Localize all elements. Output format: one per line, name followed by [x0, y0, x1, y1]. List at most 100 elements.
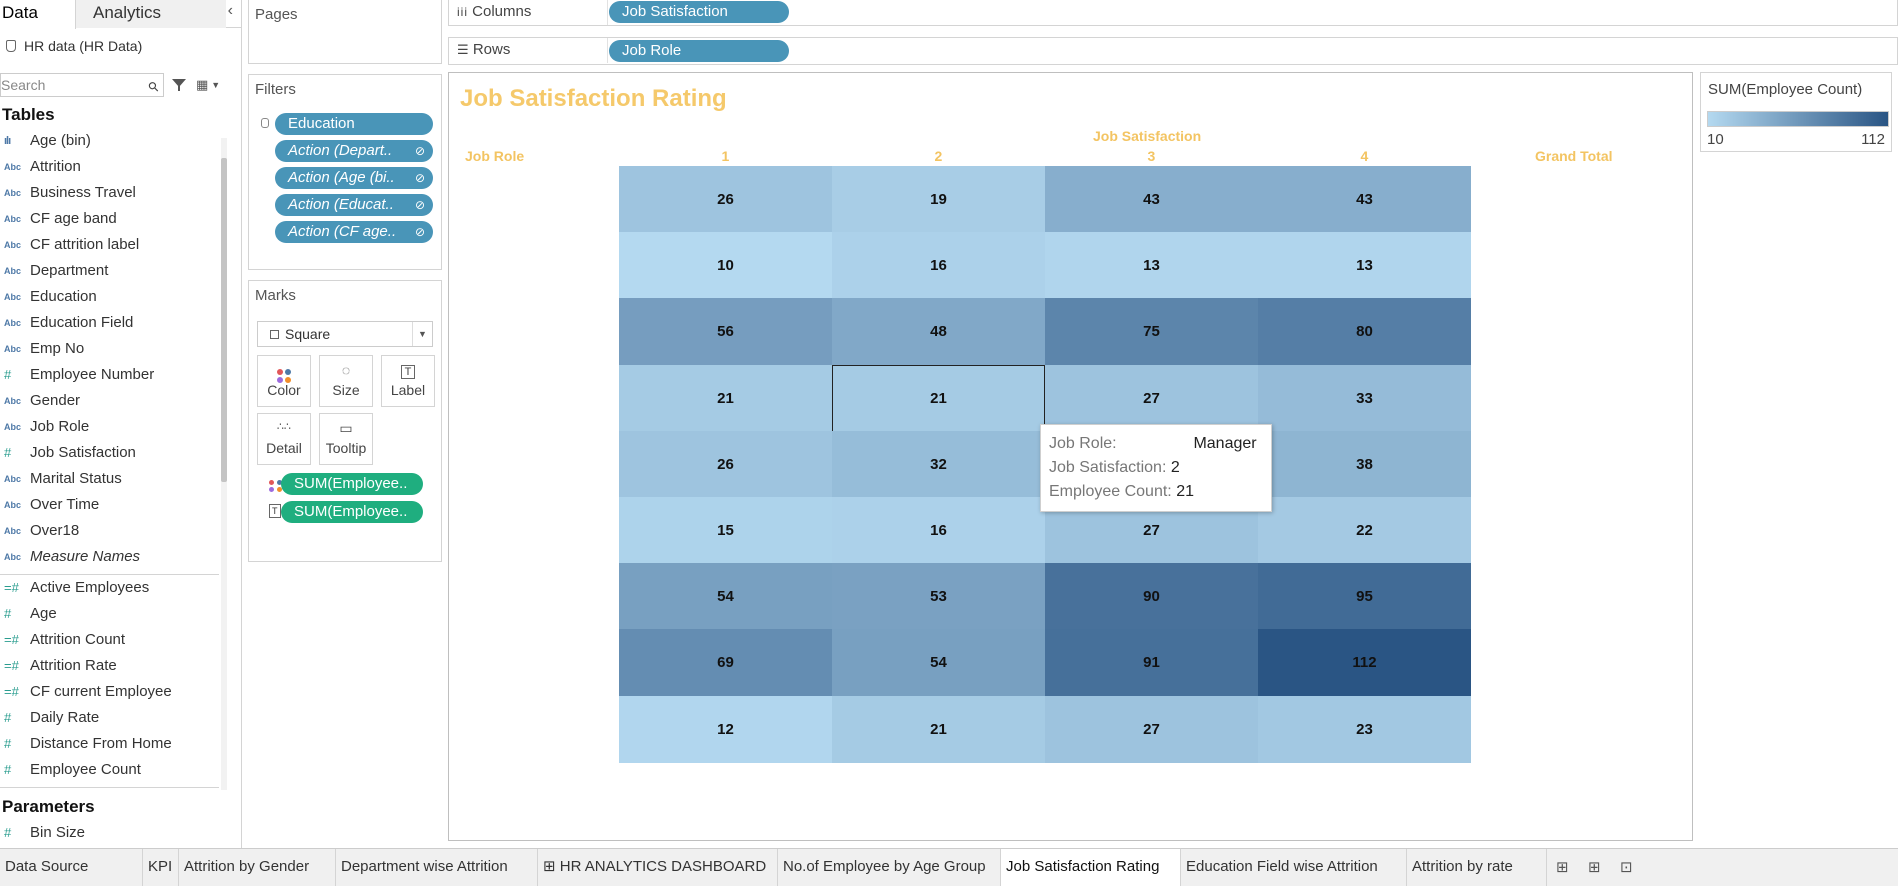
heatmap-cell[interactable]: 21	[832, 364, 1045, 432]
filter-pill[interactable]: Action (Educat.. ⊘	[275, 194, 433, 216]
field-item[interactable]: Abc Education	[0, 284, 241, 310]
scrollbar-thumb[interactable]	[221, 158, 227, 482]
field-item[interactable]: Abc Job Role	[0, 414, 241, 440]
heatmap-cell[interactable]: 53	[832, 563, 1045, 631]
heatmap-cell[interactable]: 48	[832, 298, 1045, 366]
field-item[interactable]: Abc Department	[0, 258, 241, 284]
heatmap-cell[interactable]: 10	[619, 232, 832, 300]
field-item[interactable]: # Job Satisfaction	[0, 440, 241, 466]
chevron-down-icon[interactable]: ▼	[211, 80, 220, 90]
heatmap-cell[interactable]: 26	[619, 430, 832, 498]
field-item[interactable]: =# Attrition Count	[0, 627, 241, 653]
field-item[interactable]: Abc Business Travel	[0, 180, 241, 206]
column-header[interactable]: 3	[1148, 148, 1156, 164]
field-item[interactable]: # Age	[0, 601, 241, 627]
view-options-icon[interactable]: ▦	[196, 77, 208, 93]
heatmap-cell[interactable]: 26	[619, 166, 832, 233]
rows-pill[interactable]: Job Role	[609, 40, 789, 62]
heatmap-cell[interactable]: 13	[1045, 232, 1258, 300]
heatmap-cell[interactable]: 95	[1258, 563, 1471, 631]
column-header[interactable]: 2	[935, 148, 943, 164]
size-button[interactable]: ◌ Size	[319, 355, 373, 407]
sheet-tab[interactable]: Job Satisfaction Rating	[1001, 848, 1181, 886]
field-item[interactable]: # Employee Count	[0, 757, 241, 783]
search-input[interactable]: Search ⚲	[0, 73, 164, 97]
heatmap-cell[interactable]: 27	[1045, 364, 1258, 432]
field-item[interactable]: # Employee Number	[0, 362, 241, 388]
detail-button[interactable]: ∴∴ Detail	[257, 413, 311, 465]
heatmap-cell[interactable]: 69	[619, 629, 832, 697]
field-item[interactable]: =# CF current Employee	[0, 679, 241, 705]
collapse-pane-icon[interactable]: ‹	[228, 2, 233, 20]
sheet-tab[interactable]: Attrition by rate	[1407, 849, 1547, 886]
columns-shelf[interactable]: iii Columns Job Satisfaction	[448, 0, 1898, 26]
heatmap-cell[interactable]: 33	[1258, 364, 1471, 432]
filter-icon[interactable]	[172, 78, 186, 92]
field-item[interactable]: ılı Age (bin)	[0, 128, 241, 154]
field-item[interactable]: Abc Education Field	[0, 310, 241, 336]
mark-field-pill[interactable]: SUM(Employee..	[281, 473, 423, 495]
heatmap-cell[interactable]: 91	[1045, 629, 1258, 697]
heatmap-cell[interactable]: 23	[1258, 695, 1471, 763]
heatmap-cell[interactable]: 90	[1045, 563, 1258, 631]
chevron-down-icon[interactable]: ▼	[412, 322, 432, 346]
field-item[interactable]: Abc Over18	[0, 518, 241, 544]
heatmap-cell[interactable]: 21	[832, 695, 1045, 763]
heatmap-cell[interactable]: 16	[832, 232, 1045, 300]
filter-pill[interactable]: Action (Age (bi.. ⊘	[275, 167, 433, 189]
field-item[interactable]: # Daily Rate	[0, 705, 241, 731]
heatmap-cell[interactable]: 75	[1045, 298, 1258, 366]
field-item[interactable]: Abc Over Time	[0, 492, 241, 518]
tab-analytics[interactable]: Analytics	[76, 0, 226, 28]
column-header[interactable]: 1	[722, 148, 730, 164]
tooltip-button[interactable]: ▭ Tooltip	[319, 413, 373, 465]
field-item[interactable]: =# Active Employees	[0, 575, 241, 601]
heatmap-cell[interactable]: 13	[1258, 232, 1471, 300]
sheet-tab[interactable]: KPI	[143, 849, 179, 886]
row-field-header[interactable]: Job Role	[465, 148, 524, 164]
sheet-tab[interactable]: Education Field wise Attrition	[1181, 849, 1407, 886]
filter-pill[interactable]: Action (Depart.. ⊘	[275, 140, 433, 162]
label-button[interactable]: T Label	[381, 355, 435, 407]
heatmap-cell[interactable]: 15	[619, 497, 832, 564]
pages-card[interactable]: Pages	[248, 0, 442, 64]
column-field-header[interactable]: Job Satisfaction	[1093, 128, 1201, 144]
heatmap-cell[interactable]: 54	[619, 563, 832, 631]
sheet-tab[interactable]: Department wise Attrition	[336, 849, 538, 886]
sheet-tab[interactable]: No.of Employee by Age Group	[778, 849, 1001, 886]
heatmap-cell[interactable]: 38	[1258, 430, 1471, 498]
rows-shelf[interactable]: ☰ Rows Job Role	[448, 37, 1898, 65]
tab-data[interactable]: Data	[0, 0, 76, 29]
heatmap-cell[interactable]: 16	[832, 497, 1045, 564]
new-dashboard-icon[interactable]: ⊞	[1588, 858, 1606, 876]
scrollbar[interactable]	[221, 138, 227, 790]
field-item[interactable]: Abc Gender	[0, 388, 241, 414]
color-legend[interactable]: SUM(Employee Count) 10 112	[1700, 72, 1892, 152]
sheet-tab[interactable]: Data Source	[0, 849, 143, 886]
field-item[interactable]: =# Attrition Rate	[0, 653, 241, 679]
field-item[interactable]: # Distance From Home	[0, 731, 241, 757]
heatmap-cell[interactable]: 43	[1258, 166, 1471, 233]
grand-total-header[interactable]: Grand Total	[1535, 148, 1613, 164]
columns-pill[interactable]: Job Satisfaction	[609, 1, 789, 23]
datasource-item[interactable]: HR data (HR Data)	[0, 28, 241, 64]
field-item[interactable]: Abc CF age band	[0, 206, 241, 232]
heatmap-cell[interactable]: 54	[832, 629, 1045, 697]
heatmap-cell[interactable]: 80	[1258, 298, 1471, 366]
field-item[interactable]: Abc Attrition	[0, 154, 241, 180]
field-item[interactable]: Abc Emp No	[0, 336, 241, 362]
color-button[interactable]: Color	[257, 355, 311, 407]
heatmap-cell[interactable]: 43	[1045, 166, 1258, 233]
heatmap-cell[interactable]: 56	[619, 298, 832, 366]
new-story-icon[interactable]: ⊡	[1620, 858, 1638, 876]
filter-pill[interactable]: Action (CF age.. ⊘	[275, 221, 433, 243]
field-item[interactable]: Abc CF attrition label	[0, 232, 241, 258]
filter-pill[interactable]: Education	[275, 113, 433, 135]
mark-type-select[interactable]: Square ▼	[257, 321, 433, 347]
field-item[interactable]: # Bin Size	[0, 820, 241, 846]
heatmap-cell[interactable]: 112	[1258, 629, 1471, 697]
field-item[interactable]: Abc Marital Status	[0, 466, 241, 492]
new-worksheet-icon[interactable]: ⊞	[1556, 858, 1574, 876]
sheet-tab[interactable]: ⊞ HR ANALYTICS DASHBOARD	[538, 849, 778, 886]
column-header[interactable]: 4	[1361, 148, 1369, 164]
